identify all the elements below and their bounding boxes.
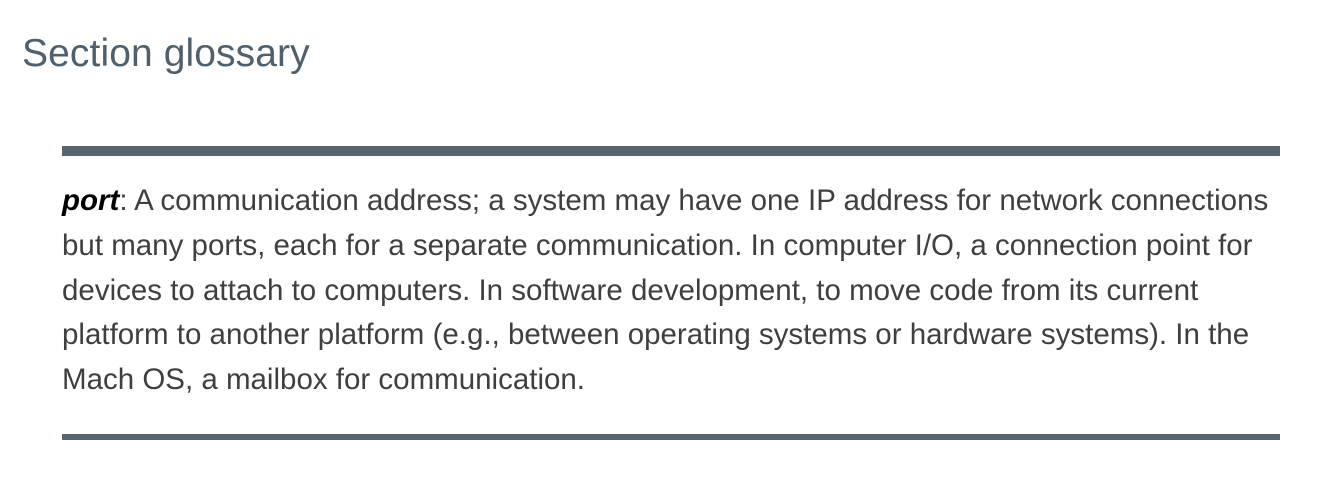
- glossary-entry: port: A communication address; a system …: [62, 179, 1282, 403]
- term-separator: :: [119, 184, 135, 217]
- section-title: Section glossary: [22, 32, 310, 75]
- glossary-term: port: [62, 184, 120, 217]
- glossary-definition: A communication address; a system may ha…: [62, 184, 1269, 397]
- glossary-box: port: A communication address; a system …: [62, 146, 1280, 440]
